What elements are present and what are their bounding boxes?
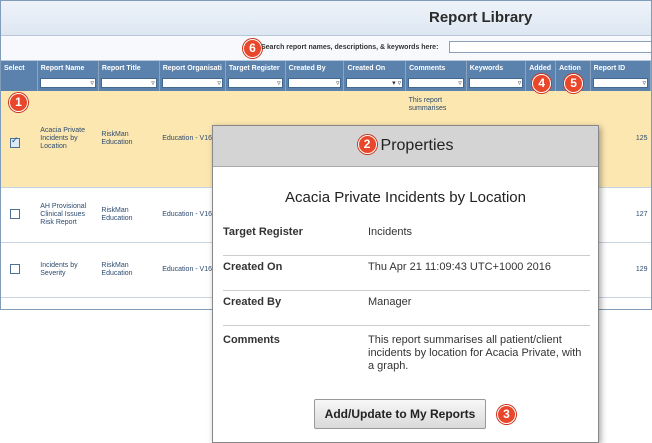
- filter-report-id[interactable]: ▿: [592, 78, 648, 88]
- property-row-created-on: Created On Thu Apr 21 11:09:43 UTC+1000 …: [223, 261, 590, 291]
- filter-row: ▿ ▿ ▿ ▿ ▿ ▾ ▿ ▿ ▿ 4 5 ▿: [1, 74, 651, 93]
- filter-icon[interactable]: ▿: [518, 79, 522, 88]
- report-id-cell: 129: [590, 242, 651, 298]
- row-select-checkbox[interactable]: [10, 208, 20, 219]
- properties-header: 2 Properties: [213, 126, 598, 167]
- callout-badge-3: 3: [497, 405, 516, 424]
- property-value: Incidents: [368, 226, 413, 238]
- report-title-cell: RiskMan Education: [98, 187, 160, 243]
- property-row-created-by: Created By Manager: [223, 296, 590, 326]
- col-header-report-id[interactable]: Report ID: [590, 61, 651, 75]
- add-update-my-reports-button[interactable]: Add/Update to My Reports: [314, 399, 486, 429]
- properties-dialog: 2 Properties Acacia Private Incidents by …: [212, 125, 599, 443]
- col-header-report-organisation[interactable]: Report Organisati: [159, 61, 226, 75]
- property-value: Thu Apr 21 11:09:43 UTC+1000 2016: [368, 261, 551, 273]
- callout-badge-1: 1: [9, 93, 28, 112]
- col-header-target-register[interactable]: Target Register: [225, 61, 286, 75]
- col-header-keywords[interactable]: Keywords: [466, 61, 527, 75]
- row-select-checkbox[interactable]: [10, 136, 20, 148]
- property-key: Target Register: [223, 226, 303, 238]
- callout-badge-4: 4: [532, 74, 552, 93]
- filter-keywords[interactable]: ▿: [468, 78, 524, 88]
- search-input[interactable]: [449, 41, 651, 53]
- filter-icon[interactable]: ▾ ▿: [392, 79, 401, 88]
- col-header-created-on[interactable]: Created On: [343, 61, 407, 75]
- filter-icon[interactable]: ▿: [336, 79, 340, 88]
- col-header-report-name[interactable]: Report Name: [37, 61, 99, 75]
- filter-icon[interactable]: ▿: [90, 79, 94, 88]
- report-name-cell[interactable]: Acacia Private Incidents by Location: [37, 91, 99, 188]
- filter-icon[interactable]: ▿: [277, 79, 281, 88]
- header-row: Select Report Name Report Title Report O…: [1, 61, 651, 75]
- filter-report-title[interactable]: ▿: [100, 78, 157, 88]
- col-header-added[interactable]: Added: [525, 61, 557, 75]
- filter-icon[interactable]: ▿: [151, 79, 155, 88]
- property-key: Created By: [223, 296, 282, 308]
- property-row-comments: Comments This report summarises all pati…: [223, 334, 590, 386]
- col-header-created-by[interactable]: Created By: [285, 61, 345, 75]
- property-key: Created On: [223, 261, 283, 273]
- callout-badge-2: 2: [357, 134, 377, 154]
- report-title-cell: RiskMan Education: [98, 91, 160, 188]
- property-row-target-register: Target Register Incidents: [223, 226, 590, 256]
- property-value: Manager: [368, 296, 412, 308]
- col-header-select[interactable]: Select: [1, 61, 38, 75]
- filter-icon[interactable]: ▿: [642, 79, 646, 88]
- callout-badge-5: 5: [564, 74, 584, 93]
- filter-icon[interactable]: ▿: [217, 79, 221, 88]
- search-bar: 6 Search report names, descriptions, & k…: [1, 36, 651, 61]
- properties-header-label: Properties: [380, 137, 454, 154]
- col-header-report-title[interactable]: Report Title: [98, 61, 160, 75]
- row-select-checkbox[interactable]: [10, 263, 20, 274]
- filter-report-organisation[interactable]: ▿: [161, 78, 223, 88]
- filter-created-on[interactable]: ▾ ▿: [346, 78, 404, 88]
- report-name-cell[interactable]: Incidents by Severity: [37, 242, 99, 298]
- filter-icon[interactable]: ▿: [458, 79, 462, 88]
- filter-created-by[interactable]: ▿: [287, 78, 342, 88]
- filter-target-register[interactable]: ▿: [227, 78, 283, 88]
- search-label: Search report names, descriptions, & key…: [261, 44, 439, 51]
- report-id-cell: 125: [590, 91, 651, 188]
- report-id-cell: 127: [590, 187, 651, 243]
- callout-badge-6: 6: [243, 39, 262, 58]
- col-header-comments[interactable]: Comments: [405, 61, 467, 75]
- filter-cell-select: [1, 75, 38, 91]
- filter-report-name[interactable]: ▿: [39, 78, 96, 88]
- property-value: This report summarises all patient/clien…: [368, 334, 582, 372]
- report-name-cell[interactable]: AH Provisional Clinical Issues Risk Repo…: [37, 187, 99, 243]
- filter-comments[interactable]: ▿: [408, 78, 464, 88]
- property-key: Comments: [223, 334, 280, 346]
- col-header-action[interactable]: Action: [555, 61, 591, 75]
- properties-report-title: Acacia Private Incidents by Location: [285, 189, 526, 206]
- library-title: Report Library: [1, 1, 651, 36]
- report-title-cell: RiskMan Education: [98, 242, 160, 298]
